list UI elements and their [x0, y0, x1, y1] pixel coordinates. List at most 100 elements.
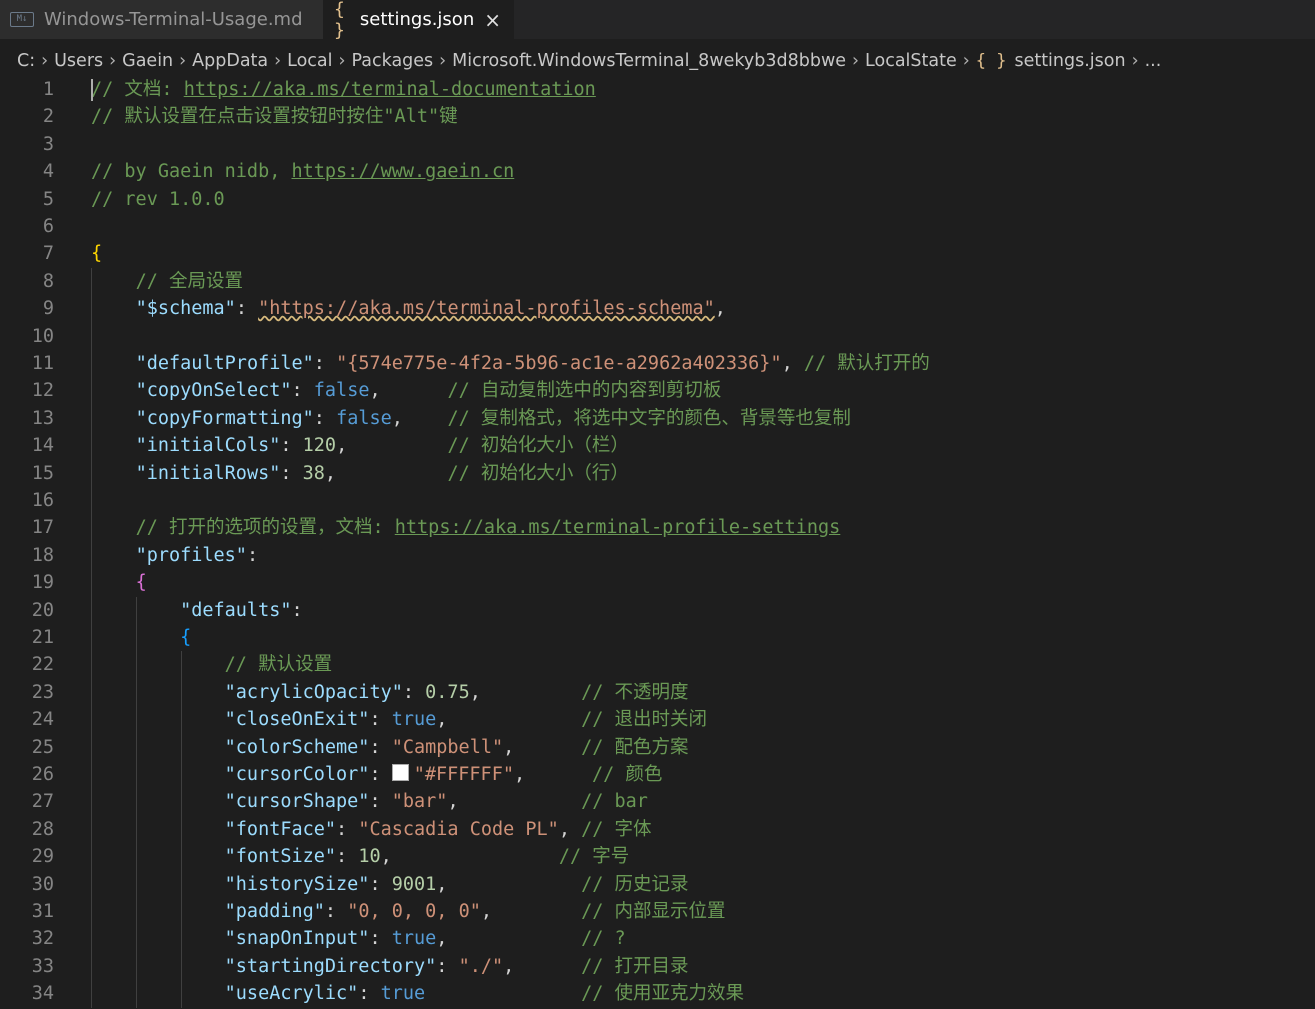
- line-number: 10: [31, 325, 54, 347]
- breadcrumb-item[interactable]: ...: [1145, 51, 1162, 71]
- breadcrumb-item[interactable]: Microsoft.WindowsTerminal_8wekyb3d8bbwe: [452, 51, 846, 71]
- code-token: // by Gaein nidb,: [91, 161, 292, 183]
- tab-windows-terminal-usage[interactable]: M↓ Windows-Terminal-Usage.md: [0, 0, 324, 39]
- code-line[interactable]: 21 {: [0, 624, 1315, 651]
- code-token: 38: [302, 462, 325, 484]
- code-token: ,: [436, 709, 582, 731]
- code-line[interactable]: 31 "padding": "0, 0, 0, 0", // 内部显示位置: [0, 898, 1315, 925]
- breadcrumb-item[interactable]: AppData: [192, 51, 268, 71]
- code-line[interactable]: 29 "fontSize": 10, // 字号: [0, 843, 1315, 870]
- code-token: // 配色方案: [581, 736, 689, 758]
- code-line[interactable]: 2 // 默认设置在点击设置按钮时按住"Alt"键: [0, 103, 1315, 130]
- code-line[interactable]: 30 "historySize": 9001, // 历史记录: [0, 871, 1315, 898]
- code-line[interactable]: 12 "copyOnSelect": false, // 自动复制选中的内容到剪…: [0, 377, 1315, 404]
- code-editor[interactable]: 1 // 文档: https://aka.ms/terminal-document…: [0, 75, 1315, 1009]
- code-text: "fontFace": "Cascadia Code PL", // 字体: [91, 816, 652, 843]
- code-token: :: [358, 983, 381, 1005]
- code-line[interactable]: 28 "fontFace": "Cascadia Code PL", // 字体: [0, 816, 1315, 843]
- code-token: ,: [436, 873, 582, 895]
- code-line[interactable]: 8 // 全局设置: [0, 268, 1315, 295]
- line-number: 25: [31, 736, 54, 758]
- code-line[interactable]: 9 "$schema": "https://aka.ms/terminal-pr…: [0, 295, 1315, 322]
- code-token: "$schema": [135, 298, 236, 320]
- code-token: :: [436, 955, 459, 977]
- code-line[interactable]: 6: [0, 213, 1315, 240]
- breadcrumb-item[interactable]: Local: [287, 51, 332, 71]
- code-line[interactable]: 7{: [0, 240, 1315, 267]
- breadcrumb-item[interactable]: C:: [17, 51, 35, 71]
- code-line[interactable]: 34 "useAcrylic": true // 使用亚克力效果: [0, 980, 1315, 1007]
- code-line[interactable]: 4 // by Gaein nidb, https://www.gaein.cn: [0, 158, 1315, 185]
- code-token: "Cascadia Code PL": [358, 818, 559, 840]
- indent-guide: [136, 596, 137, 1008]
- code-line[interactable]: 19 {: [0, 569, 1315, 596]
- code-line[interactable]: 25 "colorScheme": "Campbell", // 配色方案: [0, 734, 1315, 761]
- code-line[interactable]: 26 "cursorColor": "#FFFFFF", // 颜色: [0, 761, 1315, 788]
- code-token: // 打开目录: [581, 955, 689, 977]
- code-token: {: [135, 572, 147, 594]
- code-line[interactable]: 3: [0, 131, 1315, 158]
- line-number: 3: [42, 133, 54, 155]
- tab-settings-json[interactable]: { } settings.json ×: [324, 0, 514, 41]
- code-line[interactable]: 24 "closeOnExit": true, // 退出时关闭: [0, 706, 1315, 733]
- breadcrumb-item[interactable]: settings.json: [1014, 51, 1125, 71]
- code-line[interactable]: 18 "profiles":: [0, 542, 1315, 569]
- code-token: "Campbell": [391, 736, 504, 758]
- code-token: 0.75: [425, 681, 470, 703]
- code-line[interactable]: 15 "initialRows": 38, // 初始化大小（行）: [0, 460, 1315, 487]
- code-token: "profiles": [135, 544, 247, 566]
- code-line[interactable]: 13 "copyFormatting": false, // 复制格式，将选中文…: [0, 405, 1315, 432]
- code-token: // 颜色: [591, 764, 663, 785]
- line-number: 11: [31, 353, 54, 374]
- code-text: "closeOnExit": true, // 退出时关闭: [91, 706, 707, 733]
- code-text: // 文档: https://aka.ms/terminal-documenta…: [91, 76, 596, 103]
- breadcrumb-item[interactable]: Gaein: [122, 51, 173, 71]
- code-line[interactable]: 16: [0, 487, 1315, 514]
- code-token: :: [369, 791, 392, 813]
- code-token: :: [324, 901, 348, 922]
- code-token: :: [336, 818, 359, 840]
- json-icon: { }: [334, 0, 345, 41]
- breadcrumb-item[interactable]: Packages: [352, 51, 434, 71]
- code-token: "copyOnSelect": [135, 380, 292, 402]
- breadcrumb-item[interactable]: Users: [54, 51, 103, 71]
- code-line[interactable]: 1 // 文档: https://aka.ms/terminal-document…: [0, 76, 1315, 103]
- line-number: 13: [31, 407, 54, 429]
- code-token: :: [369, 928, 392, 950]
- code-text: // rev 1.0.0: [91, 186, 225, 213]
- code-line[interactable]: 20 "defaults":: [0, 597, 1315, 624]
- code-token: ,: [369, 380, 448, 402]
- line-number: 19: [31, 572, 54, 594]
- code-line[interactable]: 33 "startingDirectory": "./", // 打开目录: [0, 953, 1315, 980]
- breadcrumb-item[interactable]: LocalState: [865, 51, 957, 71]
- code-token: // 默认设置: [224, 654, 333, 676]
- close-icon[interactable]: ×: [484, 8, 501, 32]
- code-token: "copyFormatting": [135, 407, 314, 429]
- code-line[interactable]: 22 // 默认设置: [0, 651, 1315, 678]
- code-line[interactable]: 27 "cursorShape": "bar", // bar: [0, 788, 1315, 815]
- code-token: ,: [336, 435, 448, 457]
- code-token: "./": [458, 955, 504, 977]
- code-line[interactable]: 11 "defaultProfile": "{574e775e-4f2a-5b9…: [0, 350, 1315, 377]
- color-swatch-icon: [391, 764, 409, 781]
- line-number: 26: [31, 764, 54, 785]
- code-line[interactable]: 23 "acrylicOpacity": 0.75, // 不透明度: [0, 679, 1315, 706]
- code-line[interactable]: 10: [0, 323, 1315, 350]
- code-line[interactable]: 17 // 打开的选项的设置，文档: https://aka.ms/termin…: [0, 514, 1315, 541]
- code-token: :: [246, 544, 259, 566]
- code-text: "padding": "0, 0, 0, 0", // 内部显示位置: [91, 898, 726, 925]
- code-line[interactable]: 5 // rev 1.0.0: [0, 186, 1315, 213]
- code-line[interactable]: 32 "snapOnInput": true, // ?: [0, 925, 1315, 952]
- code-line[interactable]: 14 "initialCols": 120, // 初始化大小（栏）: [0, 432, 1315, 459]
- code-token: "startingDirectory": [224, 955, 437, 977]
